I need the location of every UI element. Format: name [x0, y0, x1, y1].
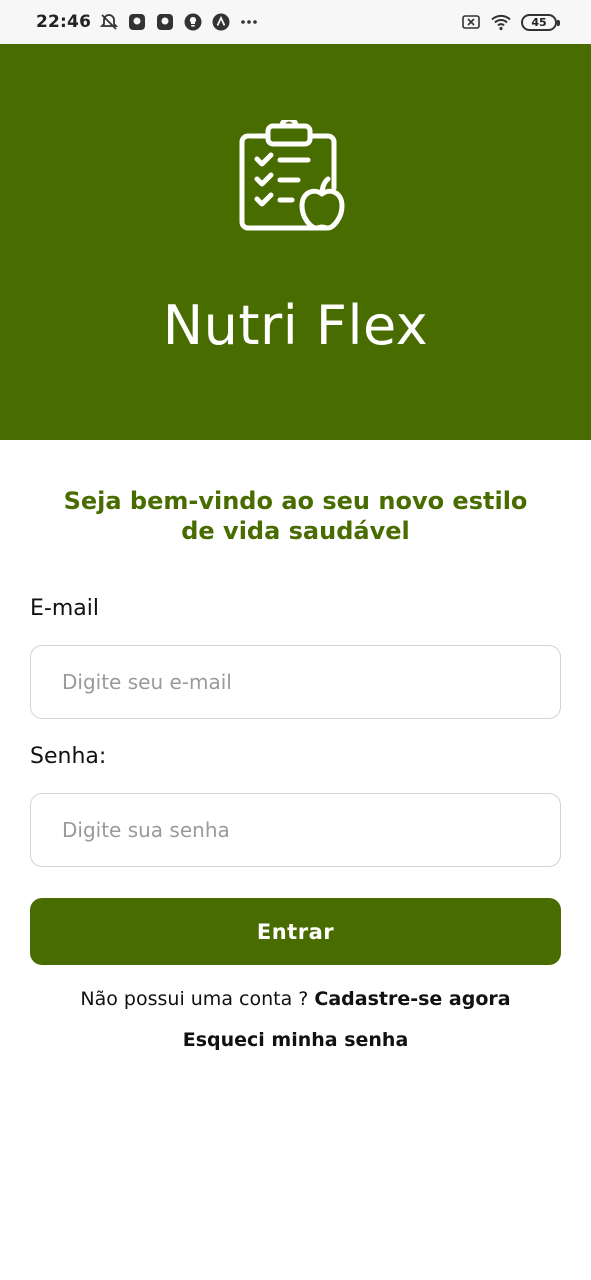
no-account-text: Não possui uma conta ? [80, 988, 309, 1010]
app-icon [155, 12, 175, 32]
status-bar: 22:46 45 [0, 0, 591, 44]
welcome-heading: Seja bem-vindo ao seu novo estilo de vid… [40, 486, 551, 546]
hero-banner: Nutri Flex [0, 44, 591, 440]
welcome-line-1: Seja bem-vindo ao seu novo estilo [63, 487, 528, 515]
signup-link[interactable]: Cadastre-se agora [314, 988, 510, 1010]
email-field[interactable] [30, 645, 561, 719]
welcome-line-2: de vida saudável [181, 517, 410, 545]
signup-prompt: Não possui uma conta ? Cadastre-se agora [0, 988, 591, 1010]
status-time: 22:46 [36, 12, 92, 32]
wifi-icon [491, 12, 511, 32]
status-right: 45 [461, 12, 560, 32]
sim-off-icon [461, 12, 481, 32]
battery-level: 45 [531, 15, 547, 29]
password-field[interactable] [30, 793, 561, 867]
password-label: Senha: [30, 744, 107, 769]
battery-icon: 45 [521, 13, 560, 31]
app-icon [127, 12, 147, 32]
login-button[interactable]: Entrar [30, 898, 561, 965]
forgot-password-link[interactable]: Esqueci minha senha [0, 1029, 591, 1051]
email-label: E-mail [30, 596, 99, 621]
bulb-icon [183, 12, 203, 32]
clipboard-apple-icon [238, 116, 354, 236]
more-dots-icon [239, 12, 259, 32]
nav-icon [211, 12, 231, 32]
app-title: Nutri Flex [162, 294, 429, 357]
alarm-off-icon [99, 12, 119, 32]
status-left: 22:46 [36, 12, 259, 32]
